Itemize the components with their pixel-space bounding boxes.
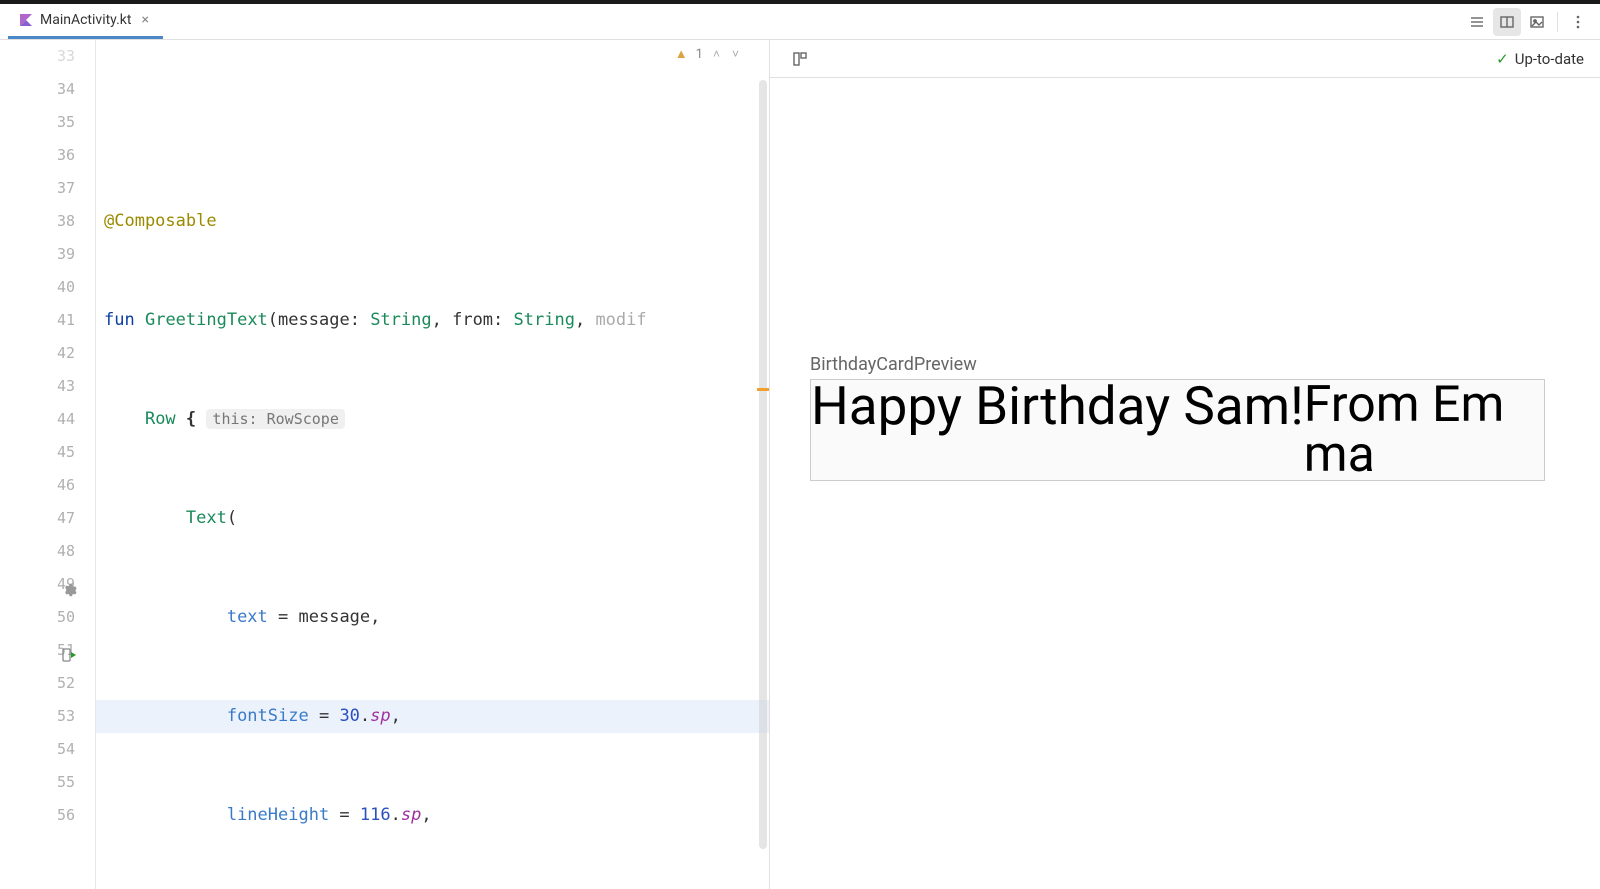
preview-status: ✓ Up-to-date <box>1496 50 1584 68</box>
preview-status-label: Up-to-date <box>1515 50 1584 68</box>
line-number[interactable]: 48 <box>0 535 75 568</box>
line-number[interactable]: 43 <box>0 370 75 403</box>
greeting-from-text: From Emma <box>1304 380 1544 480</box>
preview-toolbar: ✓ Up-to-date <box>770 40 1600 78</box>
line-number[interactable]: 45 <box>0 436 75 469</box>
line-number[interactable]: 44 <box>0 403 75 436</box>
warning-icon: ▲ <box>675 46 688 62</box>
tab-bar: MainActivity.kt × <box>0 4 1600 40</box>
code-area[interactable]: @Composable fun GreetingText(message: St… <box>95 40 769 889</box>
close-icon[interactable]: × <box>137 12 152 28</box>
compose-preview-pane: ✓ Up-to-date BirthdayCardPreview Happy B… <box>770 40 1600 889</box>
scroll-marker <box>757 388 769 391</box>
greeting-message-text: Happy Birthday Sam! <box>811 380 1304 433</box>
line-number[interactable]: 41 <box>0 304 75 337</box>
line-number[interactable]: 56 <box>0 799 75 832</box>
line-number[interactable]: 36 <box>0 139 75 172</box>
file-tab-mainactivity[interactable]: MainActivity.kt × <box>8 4 163 39</box>
preview-canvas[interactable]: Happy Birthday Sam! From Emma <box>810 379 1545 481</box>
line-number[interactable]: 49 <box>0 568 75 601</box>
line-number[interactable]: 42 <box>0 337 75 370</box>
line-number[interactable]: 53 <box>0 700 75 733</box>
line-number[interactable]: 52 <box>0 667 75 700</box>
vertical-scrollbar[interactable] <box>759 80 767 849</box>
line-number[interactable]: 38 <box>0 205 75 238</box>
code-editor[interactable]: ▲ 1 ˄ ˅ 33 34 35 36 37 38 39 40 41 42 43… <box>0 40 770 889</box>
list-view-icon[interactable] <box>1463 8 1491 36</box>
design-view-icon[interactable] <box>1523 8 1551 36</box>
line-number[interactable]: 40 <box>0 271 75 304</box>
layout-options-icon[interactable] <box>786 45 814 73</box>
line-number[interactable]: 47 <box>0 502 75 535</box>
line-number[interactable]: 35 <box>0 106 75 139</box>
warning-count: 1 <box>696 47 703 62</box>
line-number[interactable]: 55 <box>0 766 75 799</box>
preview-name-label: BirthdayCardPreview <box>810 354 1560 375</box>
line-number-gutter[interactable]: 33 34 35 36 37 38 39 40 41 42 43 44 45 4… <box>0 40 95 889</box>
more-options-icon[interactable] <box>1564 8 1592 36</box>
file-tab-label: MainActivity.kt <box>40 12 131 28</box>
line-number[interactable]: 34 <box>0 73 75 106</box>
kotlin-file-icon <box>18 12 34 28</box>
line-number[interactable]: 33 <box>0 40 75 73</box>
line-number[interactable]: 37 <box>0 172 75 205</box>
chevron-down-icon[interactable]: ˅ <box>730 47 741 61</box>
line-number[interactable]: 54 <box>0 733 75 766</box>
line-number[interactable]: 50 <box>0 601 75 634</box>
line-number[interactable]: 51 <box>0 634 75 667</box>
inspection-widget[interactable]: ▲ 1 ˄ ˅ <box>675 46 741 62</box>
line-number[interactable]: 39 <box>0 238 75 271</box>
chevron-up-icon[interactable]: ˄ <box>711 47 722 61</box>
check-icon: ✓ <box>1496 50 1509 68</box>
line-number[interactable]: 46 <box>0 469 75 502</box>
split-view-icon[interactable] <box>1493 8 1521 36</box>
